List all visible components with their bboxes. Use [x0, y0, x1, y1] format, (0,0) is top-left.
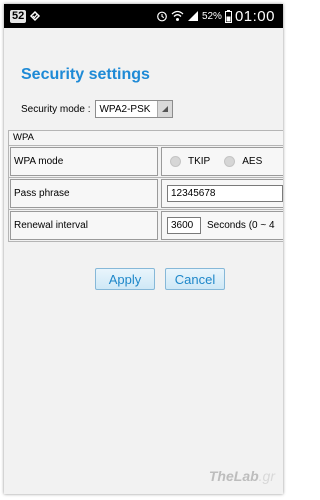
- battery-icon: [224, 9, 232, 23]
- renewal-interval-input[interactable]: 3600: [167, 217, 201, 234]
- wpa-section-header: WPA: [9, 131, 283, 146]
- renewal-interval-row: Renewal interval 3600 Seconds (0 ~ 4: [9, 210, 283, 241]
- tkip-radio[interactable]: [170, 156, 181, 167]
- wpa-mode-row: WPA mode TKIP AES: [9, 146, 283, 178]
- clock-icon: [156, 10, 168, 22]
- clock-time: 01:00: [234, 7, 275, 25]
- wifi-icon: [171, 10, 184, 22]
- notification-count-badge: 52: [10, 9, 27, 23]
- signal-icon: [187, 10, 199, 22]
- phone-screen: 52 52% 01:00 Security settings Security …: [4, 4, 283, 494]
- renewal-interval-unit: Seconds (0 ~ 4: [207, 220, 275, 231]
- aes-radio[interactable]: [224, 156, 236, 167]
- watermark-logo: TheLab.gr: [209, 468, 275, 484]
- battery-percent: 52%: [201, 10, 222, 22]
- watermark-brand: TheLab: [208, 468, 259, 484]
- tkip-label: TKIP: [188, 156, 211, 167]
- security-mode-row: Security mode : WPA2-PSK: [21, 100, 174, 118]
- action-buttons: Apply Cancel: [95, 268, 225, 290]
- watermark-suffix: .gr: [258, 468, 275, 484]
- wpa-mode-options: TKIP AES: [161, 147, 283, 176]
- apply-button[interactable]: Apply: [95, 268, 155, 290]
- status-bar: 52 52% 01:00: [4, 4, 283, 28]
- aes-label: AES: [242, 156, 263, 167]
- pass-phrase-input[interactable]: 12345678: [167, 185, 283, 202]
- pass-phrase-row: Pass phrase 12345678: [9, 178, 283, 210]
- security-mode-label: Security mode :: [21, 103, 91, 115]
- renewal-interval-cell: 3600 Seconds (0 ~ 4: [161, 211, 283, 240]
- wpa-section: WPA WPA mode TKIP AES Pass phrase 123456…: [8, 130, 283, 242]
- settings-page: Security settings Security mode : WPA2-P…: [4, 28, 283, 494]
- pass-phrase-cell: 12345678: [161, 179, 283, 208]
- wpa-mode-label: WPA mode: [10, 147, 158, 176]
- page-title: Security settings: [21, 66, 150, 83]
- security-mode-select[interactable]: WPA2-PSK: [95, 100, 174, 118]
- check-icon: [29, 10, 41, 22]
- pass-phrase-label: Pass phrase: [10, 179, 158, 208]
- renewal-interval-label: Renewal interval: [10, 211, 158, 240]
- security-mode-value: WPA2-PSK: [99, 103, 151, 115]
- cancel-button[interactable]: Cancel: [165, 268, 225, 290]
- dropdown-arrow-icon: [157, 101, 173, 117]
